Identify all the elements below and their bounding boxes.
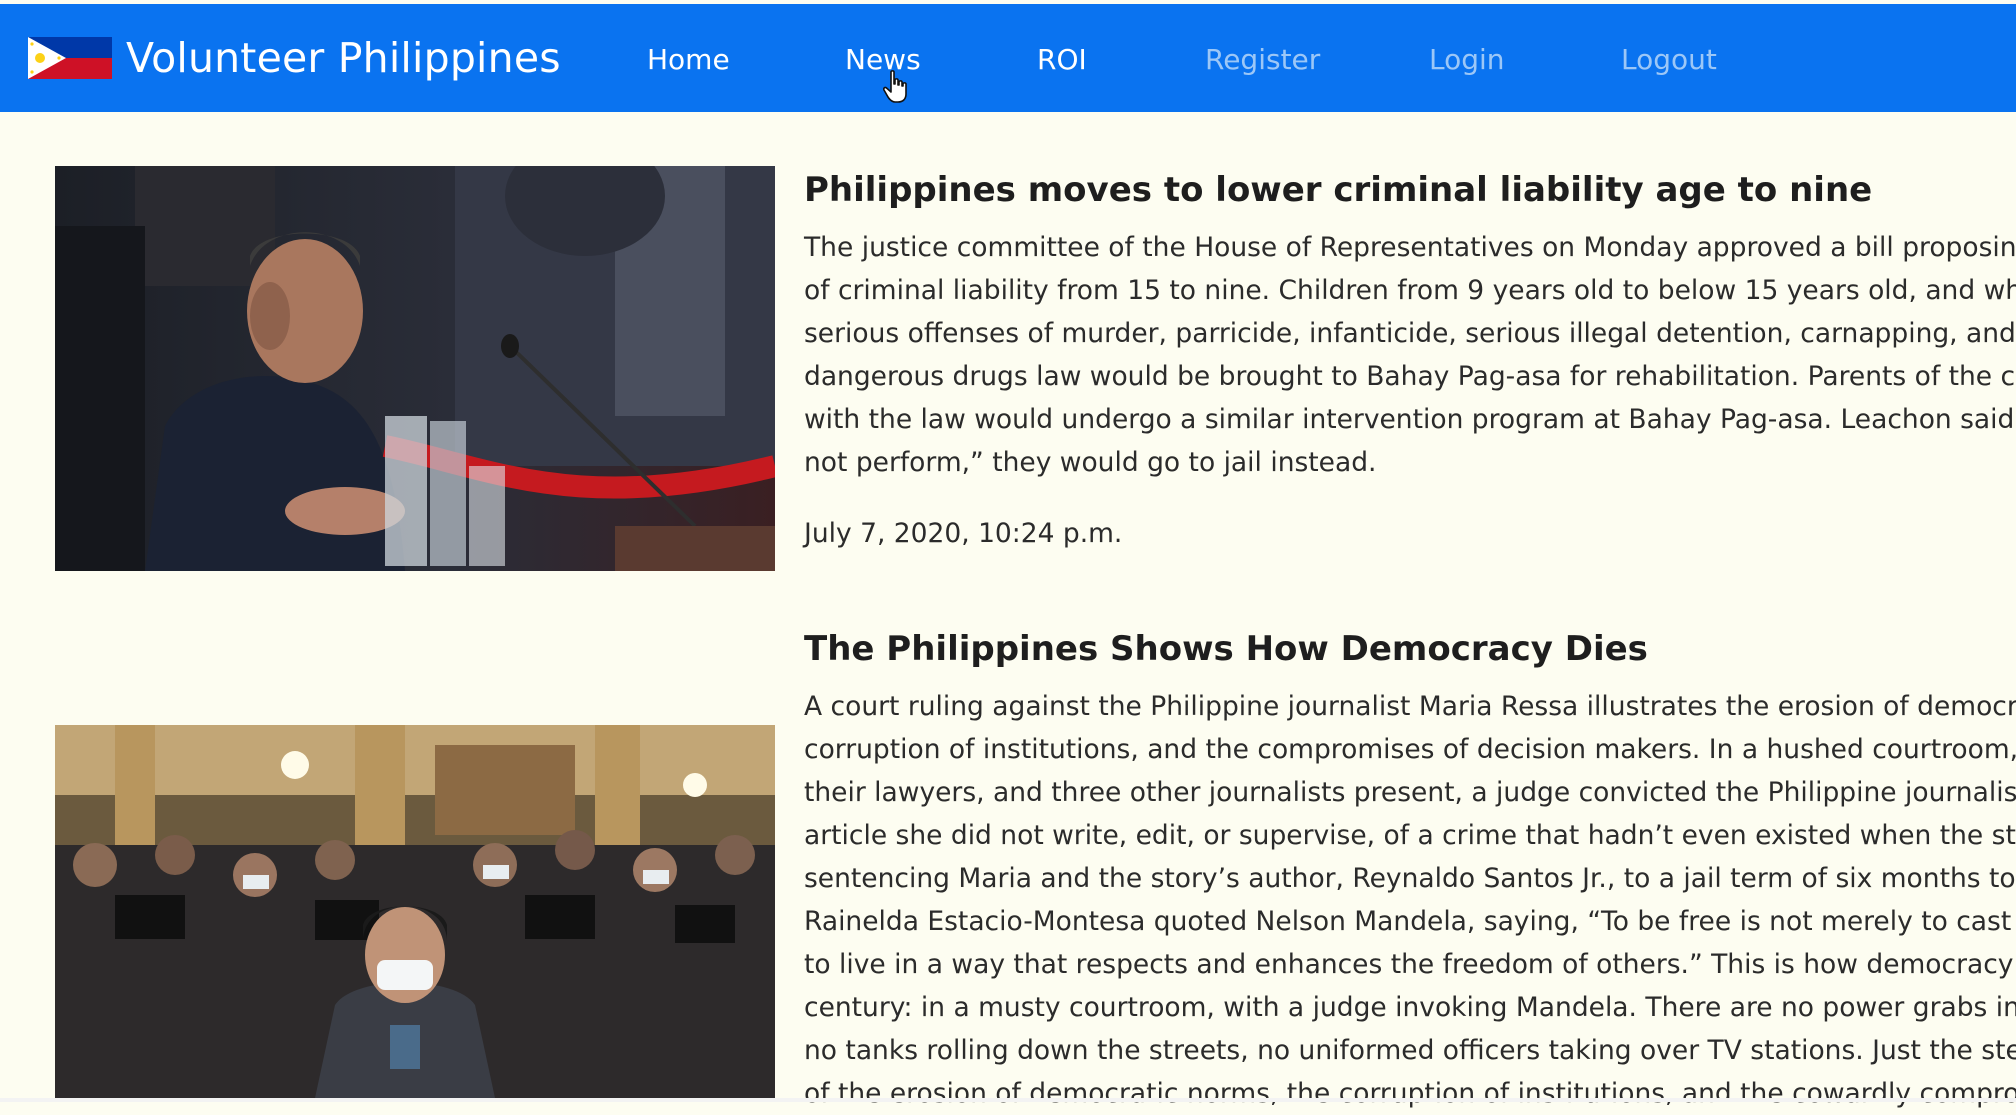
nav-register[interactable]: Register xyxy=(1205,4,1320,112)
article-body-line: with the law would undergo a similar int… xyxy=(804,404,2016,435)
hand-pointer-icon xyxy=(883,70,907,103)
article-title[interactable]: Philippines moves to lower criminal liab… xyxy=(804,170,1872,210)
article-title[interactable]: The Philippines Shows How Democracy Dies xyxy=(804,629,1648,669)
article-body-line: corruption of institutions, and the comp… xyxy=(804,734,2016,765)
nav-home[interactable]: Home xyxy=(647,4,730,112)
brand-link[interactable]: Volunteer Philippines xyxy=(28,4,561,112)
top-navbar: Volunteer Philippines Home News ROI Regi… xyxy=(0,4,2016,112)
article-body-line: serious offenses of murder, parricide, i… xyxy=(804,318,2016,349)
article-body-line: article she did not write, edit, or supe… xyxy=(804,820,2016,851)
article-body-line: A court ruling against the Philippine jo… xyxy=(804,691,2016,722)
article-body-line: century: in a musty courtroom, with a ju… xyxy=(804,992,2016,1023)
article-body-line: not perform,” they would go to jail inst… xyxy=(804,447,1377,478)
article-body-line: to live in a way that respects and enhan… xyxy=(804,949,2016,980)
article-body-line: dangerous drugs law would be brought to … xyxy=(804,361,2016,392)
article-body-line: their lawyers, and three other journalis… xyxy=(804,777,2016,808)
page-bottom-edge xyxy=(0,1098,2016,1102)
nav-roi[interactable]: ROI xyxy=(1037,4,1087,112)
article-body-line: sentencing Maria and the story’s author,… xyxy=(804,863,2016,894)
article-image[interactable] xyxy=(55,166,775,571)
article-body-line: of criminal liability from 15 to nine. C… xyxy=(804,275,2016,306)
nav-login[interactable]: Login xyxy=(1429,4,1505,112)
nav-logout[interactable]: Logout xyxy=(1621,4,1717,112)
brand-title: Volunteer Philippines xyxy=(126,34,561,82)
article-body-line: Rainelda Estacio-Montesa quoted Nelson M… xyxy=(804,906,2016,937)
article-body-line: no tanks rolling down the streets, no un… xyxy=(804,1035,2016,1066)
article-image[interactable] xyxy=(55,725,775,1098)
philippine-flag-icon xyxy=(28,37,112,79)
article-body-line: The justice committee of the House of Re… xyxy=(804,232,2016,263)
article-body-line: of the erosion of democratic norms, the … xyxy=(804,1078,2016,1109)
article-date: July 7, 2020, 10:24 p.m. xyxy=(804,518,1123,549)
